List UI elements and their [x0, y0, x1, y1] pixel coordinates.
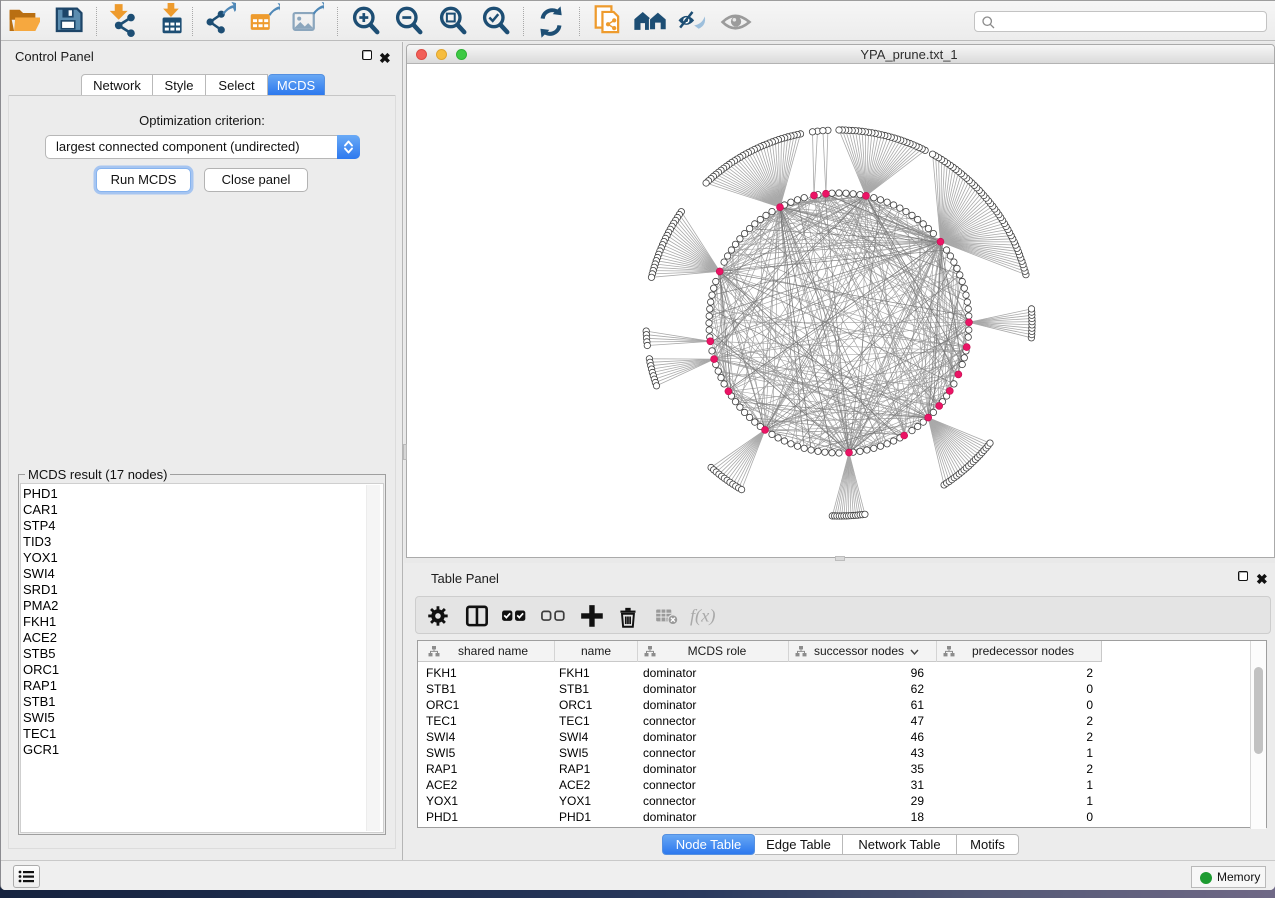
svg-text:f(x): f(x) — [690, 605, 715, 626]
